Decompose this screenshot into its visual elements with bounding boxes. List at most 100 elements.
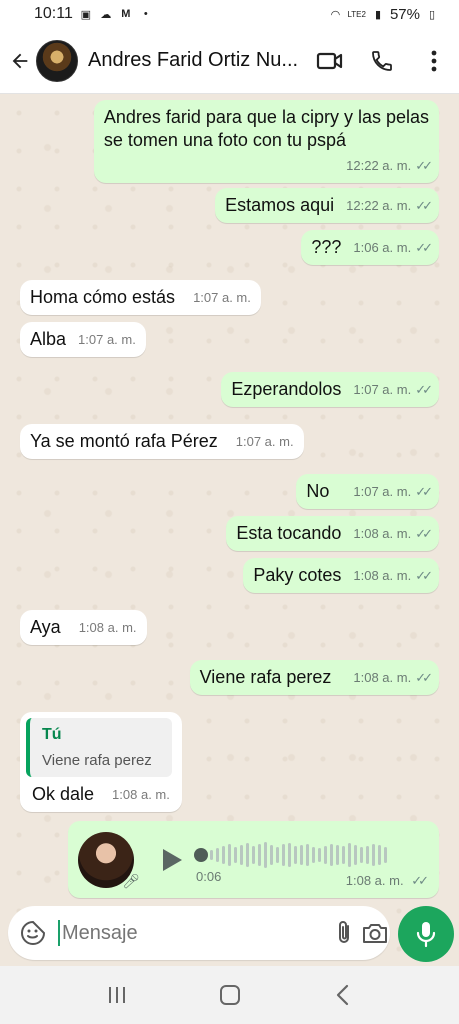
waveform-bar	[348, 842, 351, 867]
waveform-bar	[372, 843, 375, 866]
waveform-bar	[246, 842, 249, 867]
message-text: se tomen una foto con tu pspá	[103, 130, 346, 150]
message-composer	[8, 906, 390, 960]
message-bubble-incoming[interactable]: Alba 1:07 a. m.	[20, 322, 146, 357]
waveform-bar	[216, 847, 219, 862]
chat-header: Andres Farid Ortiz Nu...	[0, 28, 459, 94]
waveform-bar	[336, 844, 339, 865]
message-time: 12:22 a. m.	[346, 198, 412, 213]
message-text: No	[306, 481, 330, 501]
message-bubble-outgoing[interactable]: Estamos aqui 12:22 a. m. ✓✓	[215, 188, 439, 223]
contact-name[interactable]: Andres Farid Ortiz Nu...	[88, 49, 303, 72]
message-bubble-outgoing[interactable]: No 1:07 a. m. ✓✓	[296, 474, 439, 509]
playback-scrubber[interactable]	[194, 847, 208, 862]
audio-meta: 1:08 a. m. ✓✓	[345, 873, 429, 889]
waveform-bar	[228, 843, 231, 866]
message-time: 1:08 a. m.	[345, 873, 404, 888]
read-receipt-icon: ✓✓	[415, 158, 433, 173]
message-bubble-incoming[interactable]: Homa cómo estás 1:07 a. m.	[20, 280, 261, 315]
message-bubble-outgoing[interactable]: Paky cotes 1:08 a. m. ✓✓	[243, 558, 439, 593]
message-text: Paky cotes	[253, 565, 342, 585]
waveform-bar	[294, 845, 297, 864]
mic-badge-icon: 🎤︎	[122, 872, 140, 889]
read-receipt-icon: ✓✓	[415, 240, 433, 255]
phone-icon	[372, 50, 392, 71]
sticker-button[interactable]	[20, 916, 46, 950]
attach-icon	[339, 921, 349, 943]
battery-icon: ▯	[428, 8, 436, 21]
more-notifications-dot-icon: •	[143, 8, 148, 20]
read-receipt-icon: ✓✓	[415, 198, 433, 213]
message-bubble-outgoing[interactable]: Ezperandolos 1:07 a. m. ✓✓	[221, 372, 439, 407]
nav-recents-icon	[108, 987, 125, 1003]
message-time: 1:07 a. m.	[353, 382, 412, 397]
nav-home-button[interactable]	[210, 975, 250, 1015]
waveform-bar	[252, 845, 255, 864]
waveform-bar	[300, 844, 303, 865]
waveform-bar	[282, 843, 285, 866]
sticker-icon	[21, 920, 46, 945]
system-nav-bar	[0, 966, 459, 1024]
voice-message-bubble[interactable]: 🎤︎ 0:06 1:08 a. m. ✓✓	[68, 821, 439, 898]
message-text: Esta tocando	[236, 523, 342, 543]
voice-record-button[interactable]	[398, 906, 454, 962]
message-time: 1:08 a. m.	[112, 787, 170, 802]
message-text: Homa cómo estás	[30, 287, 176, 307]
attach-button[interactable]	[335, 916, 353, 950]
message-input[interactable]	[58, 920, 327, 946]
wifi-icon: ◠	[330, 8, 341, 21]
message-bubble-outgoing[interactable]: ??? 1:06 a. m. ✓✓	[301, 230, 439, 265]
waveform-bar	[330, 843, 333, 866]
message-bubble-incoming-reply[interactable]: Tú Viene rafa perez Ok dale 1:08 a. m.	[20, 712, 182, 812]
battery-level: 57%	[389, 5, 420, 23]
status-time: 10:11	[34, 5, 73, 22]
message-bubble-outgoing[interactable]: Esta tocando 1:08 a. m. ✓✓	[226, 516, 439, 551]
message-time: 1:07 a. m.	[353, 484, 412, 499]
status-bar: 10:11 ▣ ☁ M • ◠ LTE2 ▮ 57% ▯	[0, 0, 459, 28]
gmail-notification-icon: M	[121, 8, 131, 20]
camera-button[interactable]	[361, 916, 389, 950]
contact-avatar[interactable]	[36, 39, 78, 82]
voice-call-button[interactable]	[367, 46, 397, 76]
nav-back-button[interactable]	[323, 975, 363, 1015]
waveform-bar	[288, 842, 291, 867]
message-text: Aya	[30, 617, 61, 637]
camera-icon	[363, 924, 387, 943]
waveform-bar	[258, 843, 261, 866]
video-call-button[interactable]	[315, 46, 345, 76]
nav-back-icon	[336, 984, 348, 1006]
quoted-author: Tú	[42, 726, 62, 743]
message-text: ???	[311, 237, 342, 257]
read-receipt-icon: ✓✓	[415, 526, 433, 541]
message-text: Alba	[30, 329, 67, 349]
more-vert-icon	[431, 50, 437, 71]
waveform-bar	[270, 844, 273, 865]
message-bubble-incoming[interactable]: Aya 1:08 a. m.	[20, 610, 147, 645]
message-text: Ok dale	[32, 784, 95, 804]
waveform-bar	[318, 847, 321, 862]
waveform-bar	[366, 845, 369, 864]
message-text: Andres farid para que la cipry y las pel…	[103, 107, 429, 127]
message-time: 1:08 a. m.	[353, 670, 412, 685]
message-time: 1:07 a. m.	[235, 434, 294, 449]
message-text: Ya se montó rafa Pérez	[30, 431, 218, 451]
play-icon	[163, 848, 182, 871]
nav-home-icon	[219, 985, 240, 1005]
message-text: Viene rafa perez	[199, 667, 332, 687]
quoted-message[interactable]: Tú Viene rafa perez	[26, 718, 172, 777]
message-bubble-outgoing[interactable]: Viene rafa perez 1:08 a. m. ✓✓	[189, 660, 439, 695]
back-button[interactable]	[6, 41, 34, 81]
waveform-bar	[222, 845, 225, 864]
network-label: LTE2	[347, 9, 366, 19]
waveform-bar	[306, 843, 309, 866]
message-time: 1:07 a. m.	[193, 290, 251, 305]
message-bubble-incoming[interactable]: Ya se montó rafa Pérez 1:07 a. m.	[20, 424, 304, 459]
play-button[interactable]	[158, 846, 186, 874]
nav-recents-button[interactable]	[97, 975, 137, 1015]
chat-thread[interactable]: Andres farid para que la cipry y las pel…	[0, 94, 459, 964]
message-bubble-outgoing[interactable]: Andres farid para que la cipry y las pel…	[93, 100, 439, 183]
more-options-button[interactable]	[419, 46, 449, 76]
message-text: Estamos aqui	[225, 195, 335, 215]
sender-avatar: 🎤︎	[78, 831, 140, 889]
waveform-bars	[210, 841, 415, 868]
